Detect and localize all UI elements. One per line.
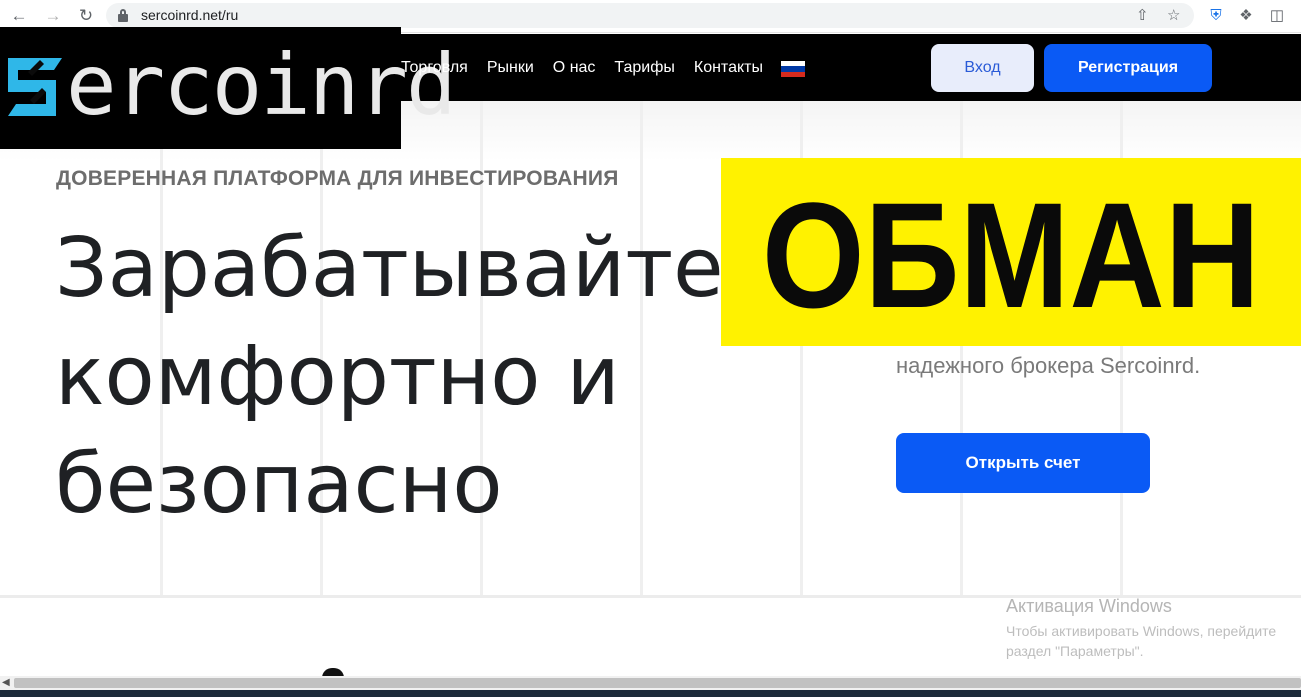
main-nav: Торговля Рынки О нас Тарифы Контакты bbox=[401, 59, 782, 77]
nav-item-tariffs[interactable]: Тарифы bbox=[614, 59, 674, 77]
bookmark-star-icon[interactable]: ☆ bbox=[1167, 6, 1180, 24]
scam-warning-stamp: ОБМАН bbox=[721, 158, 1301, 346]
scrollbar-thumb[interactable] bbox=[14, 678, 1301, 688]
stamp-text: ОБМАН bbox=[761, 171, 1261, 339]
os-taskbar bbox=[0, 690, 1301, 697]
windows-activation-title: Активация Windows bbox=[1006, 596, 1172, 616]
nav-item-markets[interactable]: Рынки bbox=[487, 59, 534, 77]
headline-line-2: комфортно и bbox=[55, 329, 620, 424]
hero-eyebrow: ДОВЕРЕННАЯ ПЛАТФОРМА ДЛЯ ИНВЕСТИРОВАНИЯ bbox=[56, 167, 619, 190]
open-account-button[interactable]: Открыть счет bbox=[896, 433, 1150, 493]
share-icon[interactable]: ⇧ bbox=[1136, 6, 1149, 24]
address-bar[interactable]: sercoinrd.net/ru ⇧ ☆ bbox=[106, 3, 1194, 28]
back-arrow-icon[interactable]: ← bbox=[8, 5, 30, 27]
site-logo[interactable]: ercoinrd bbox=[0, 27, 457, 149]
scroll-left-arrow-icon[interactable]: ◀ bbox=[2, 676, 10, 690]
side-panel-icon[interactable]: ◫ bbox=[1266, 5, 1288, 27]
windows-activation-hint: Чтобы активировать Windows, перейдите ра… bbox=[1006, 621, 1276, 661]
forward-arrow-icon[interactable]: → bbox=[42, 5, 64, 27]
login-button[interactable]: Вход bbox=[931, 44, 1034, 92]
headline-line-3: безопасно bbox=[55, 437, 503, 532]
nav-item-contacts[interactable]: Контакты bbox=[694, 59, 763, 77]
logo-s-mark-icon bbox=[8, 58, 62, 116]
headline-line-1: Зарабатывайте bbox=[55, 221, 724, 316]
hero-headline: Зарабатывайте комфортно и безопасно bbox=[55, 215, 724, 539]
lock-icon bbox=[118, 9, 128, 22]
register-button[interactable]: Регистрация bbox=[1044, 44, 1212, 92]
windows-activation-line-1: Чтобы активировать Windows, перейдите bbox=[1006, 623, 1277, 639]
nav-item-about[interactable]: О нас bbox=[553, 59, 596, 77]
russian-flag-icon[interactable] bbox=[781, 61, 805, 77]
windows-activation-line-2: раздел "Параметры". bbox=[1006, 643, 1144, 659]
logo-text: ercoinrd bbox=[66, 36, 457, 134]
hero-subtext: надежного брокера Sercoinrd. bbox=[896, 353, 1201, 378]
extensions-puzzle-icon[interactable]: ❖ bbox=[1235, 5, 1257, 27]
shield-extension-icon[interactable]: ⛨ bbox=[1205, 5, 1227, 27]
nav-item-trading[interactable]: Торговля bbox=[401, 59, 468, 77]
reload-icon[interactable]: ↻ bbox=[75, 5, 97, 27]
url-text: sercoinrd.net/ru bbox=[141, 7, 239, 23]
